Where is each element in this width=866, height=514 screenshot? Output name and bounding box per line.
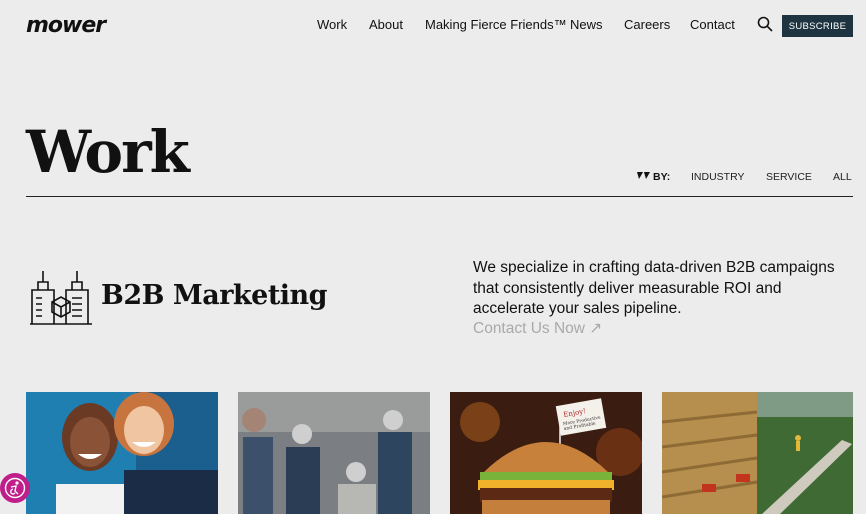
page-title: Work — [26, 118, 190, 186]
b2b-buildings-icon — [30, 271, 92, 325]
divider — [26, 196, 853, 197]
filter-service[interactable]: SERVICE — [766, 171, 812, 183]
double-arrow-icon — [637, 172, 650, 179]
contact-us-link[interactable]: Contact Us Now ↗ — [473, 319, 602, 338]
thumbnail-women[interactable] — [26, 392, 218, 514]
filter-all[interactable]: ALL — [833, 171, 852, 183]
search-icon[interactable] — [757, 16, 773, 32]
nav-work[interactable]: Work — [317, 17, 347, 32]
main-nav: Work About Making Fierce Friends™ News C… — [0, 17, 866, 37]
thumbnail-burger[interactable]: Enjoy! More Productive and Profitable — [450, 392, 642, 514]
accessibility-button[interactable] — [0, 473, 30, 503]
subscribe-button[interactable]: SUBSCRIBE — [782, 15, 853, 37]
thumbnail-mine-trail[interactable] — [662, 392, 853, 514]
thumbnail-workers[interactable] — [238, 392, 430, 514]
accessibility-icon — [4, 477, 26, 499]
filter-industry[interactable]: INDUSTRY — [691, 171, 744, 183]
nav-careers[interactable]: Careers — [624, 17, 670, 32]
category-title: B2B Marketing — [101, 280, 328, 311]
nav-about[interactable]: About — [369, 17, 403, 32]
nav-making-fierce-friends[interactable]: Making Fierce Friends™ — [425, 17, 567, 32]
category-description: We specialize in crafting data-driven B2… — [473, 259, 835, 317]
filter-by-label: BY: — [653, 171, 671, 183]
nav-contact[interactable]: Contact — [690, 17, 735, 32]
nav-news[interactable]: News — [570, 17, 603, 32]
